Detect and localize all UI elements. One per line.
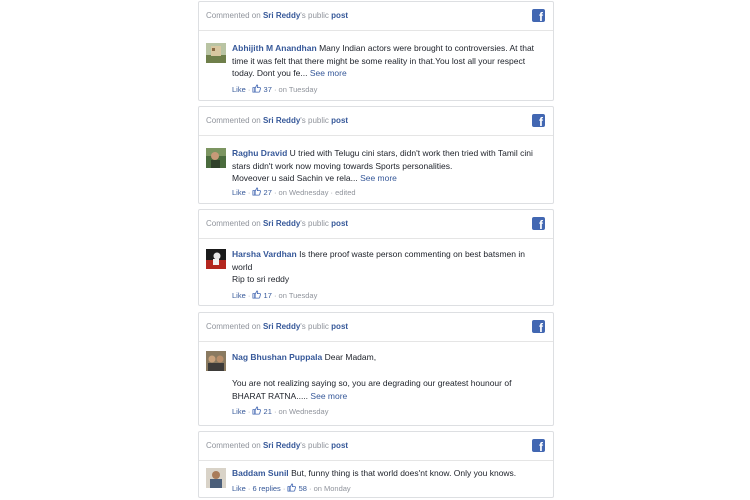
avatar[interactable] [206,249,226,269]
header-prefix: Commented on [206,219,261,228]
page-link[interactable]: Sri Reddy [263,219,300,228]
avatar[interactable] [206,351,226,371]
card-header: Commented on Sri Reddy's public post f [199,432,553,461]
post-link[interactable]: post [331,322,348,331]
comment-body: Harsha Vardhan Is there proof waste pers… [232,248,544,286]
card-header: Commented on Sri Reddy's public post f [199,107,553,136]
thumbs-up-icon [287,483,297,494]
comment-text: But, funny thing is that world does'nt k… [291,468,517,478]
comment-meta: Like · 6 replies · 58 · on Monday [232,483,351,494]
comment-author[interactable]: Baddam Sunil [232,468,289,478]
header-suffix: 's public [300,11,329,20]
facebook-icon[interactable]: f [532,217,545,231]
like-link[interactable]: Like [232,407,246,416]
like-link[interactable]: Like [232,484,246,493]
post-link[interactable]: post [331,219,348,228]
comment-author[interactable]: Abhijith M Anandhan [232,43,317,53]
facebook-icon[interactable]: f [532,439,545,453]
comment-time[interactable]: on Tuesday [279,85,318,94]
replies-link[interactable]: 6 replies [252,484,280,493]
comment-meta: Like · 37 · on Tuesday [232,84,318,95]
post-link[interactable]: post [331,116,348,125]
header-prefix: Commented on [206,116,261,125]
comment-card: Commented on Sri Reddy's public post f H… [198,209,554,306]
post-link[interactable]: post [331,441,348,450]
post-link[interactable]: post [331,11,348,20]
commented-on-text: Commented on Sri Reddy's public post [206,441,348,450]
comment-author[interactable]: Harsha Vardhan [232,249,297,259]
thumbs-up-icon [252,84,262,95]
comment-body: Abhijith M Anandhan Many Indian actors w… [232,42,544,80]
header-prefix: Commented on [206,322,261,331]
comment-card: Commented on Sri Reddy's public post f R… [198,106,554,204]
comment-author[interactable]: Raghu Dravid [232,148,287,158]
avatar[interactable] [206,43,226,63]
comment-author[interactable]: Nag Bhushan Puppala [232,352,322,362]
like-link[interactable]: Like [232,85,246,94]
like-link[interactable]: Like [232,188,246,197]
comment-card: Commented on Sri Reddy's public post f B… [198,431,554,498]
comment-card: Commented on Sri Reddy's public post f N… [198,312,554,426]
comment-meta: Like · 17 · on Tuesday [232,290,318,301]
comment-body-paragraph: You are not realizing saying so, you are… [232,377,544,402]
like-count[interactable]: 58 [299,484,307,493]
edited-label[interactable]: edited [335,188,355,197]
header-suffix: 's public [300,116,329,125]
comment-meta: Like · 27 · on Wednesday · edited [232,187,356,198]
header-prefix: Commented on [206,11,261,20]
header-prefix: Commented on [206,441,261,450]
see-more-link[interactable]: See more [310,391,347,401]
comment-time[interactable]: on Wednesday [279,188,329,197]
thumbs-up-icon [252,290,262,301]
see-more-link[interactable]: See more [360,173,397,183]
card-header: Commented on Sri Reddy's public post f [199,210,553,239]
page-link[interactable]: Sri Reddy [263,441,300,450]
comment-time[interactable]: on Wednesday [279,407,329,416]
comment-body: Nag Bhushan Puppala Dear Madam, [232,351,544,364]
header-suffix: 's public [300,441,329,450]
like-count[interactable]: 21 [264,407,272,416]
thumbs-up-icon [252,406,262,417]
avatar[interactable] [206,148,226,168]
page-link[interactable]: Sri Reddy [263,11,300,20]
comment-meta: Like · 21 · on Wednesday [232,406,329,417]
like-count[interactable]: 17 [264,291,272,300]
page-link[interactable]: Sri Reddy [263,116,300,125]
facebook-icon[interactable]: f [532,114,545,128]
commented-on-text: Commented on Sri Reddy's public post [206,11,348,20]
card-header: Commented on Sri Reddy's public post f [199,313,553,342]
comment-body: Baddam Sunil But, funny thing is that wo… [232,467,544,480]
facebook-icon[interactable]: f [532,9,545,23]
thumbs-up-icon [252,187,262,198]
like-link[interactable]: Like [232,291,246,300]
comment-text-continued: Rip to sri reddy [232,274,290,284]
comment-body: Raghu Dravid U tried with Telugu cini st… [232,147,544,185]
commented-on-text: Commented on Sri Reddy's public post [206,219,348,228]
comment-text-continued: You are not realizing saying so, you are… [232,378,512,401]
commented-on-text: Commented on Sri Reddy's public post [206,116,348,125]
like-count[interactable]: 37 [264,85,272,94]
header-suffix: 's public [300,322,329,331]
facebook-icon[interactable]: f [532,320,545,334]
comment-text: Dear Madam, [324,352,377,362]
comment-time[interactable]: on Monday [314,484,351,493]
comment-text-continued: Moveover u said Sachin ve rela... [232,173,358,183]
see-more-link[interactable]: See more [310,68,347,78]
like-count[interactable]: 27 [264,188,272,197]
commented-on-text: Commented on Sri Reddy's public post [206,322,348,331]
comment-time[interactable]: on Tuesday [279,291,318,300]
card-header: Commented on Sri Reddy's public post f [199,2,553,31]
avatar[interactable] [206,468,226,488]
header-suffix: 's public [300,219,329,228]
page-link[interactable]: Sri Reddy [263,322,300,331]
comment-card: Commented on Sri Reddy's public post f A… [198,1,554,101]
